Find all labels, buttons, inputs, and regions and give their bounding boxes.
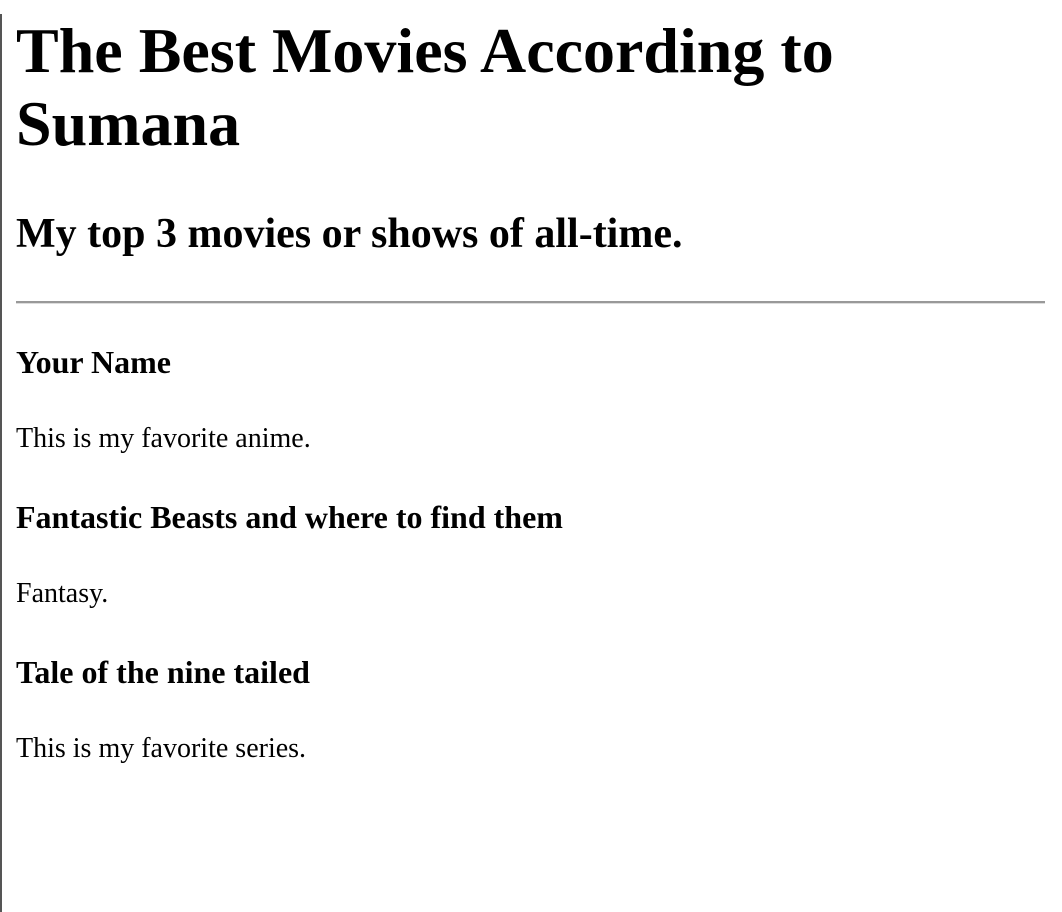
page: The Best Movies According to Sumana My t… [0, 14, 1062, 912]
item-description: This is my favorite series. [16, 733, 307, 764]
item-description: This is my favorite anime. [16, 423, 311, 454]
divider [16, 301, 1045, 304]
page-title: The Best Movies According to Sumana [16, 15, 834, 159]
item-description: Fantasy. [16, 578, 109, 609]
item-heading: Tale of the nine tailed [16, 654, 310, 690]
page-subtitle: My top 3 movies or shows of all-time. [16, 211, 683, 257]
item-heading: Fantastic Beasts and where to find them [16, 499, 563, 535]
item-heading: Your Name [16, 344, 171, 380]
